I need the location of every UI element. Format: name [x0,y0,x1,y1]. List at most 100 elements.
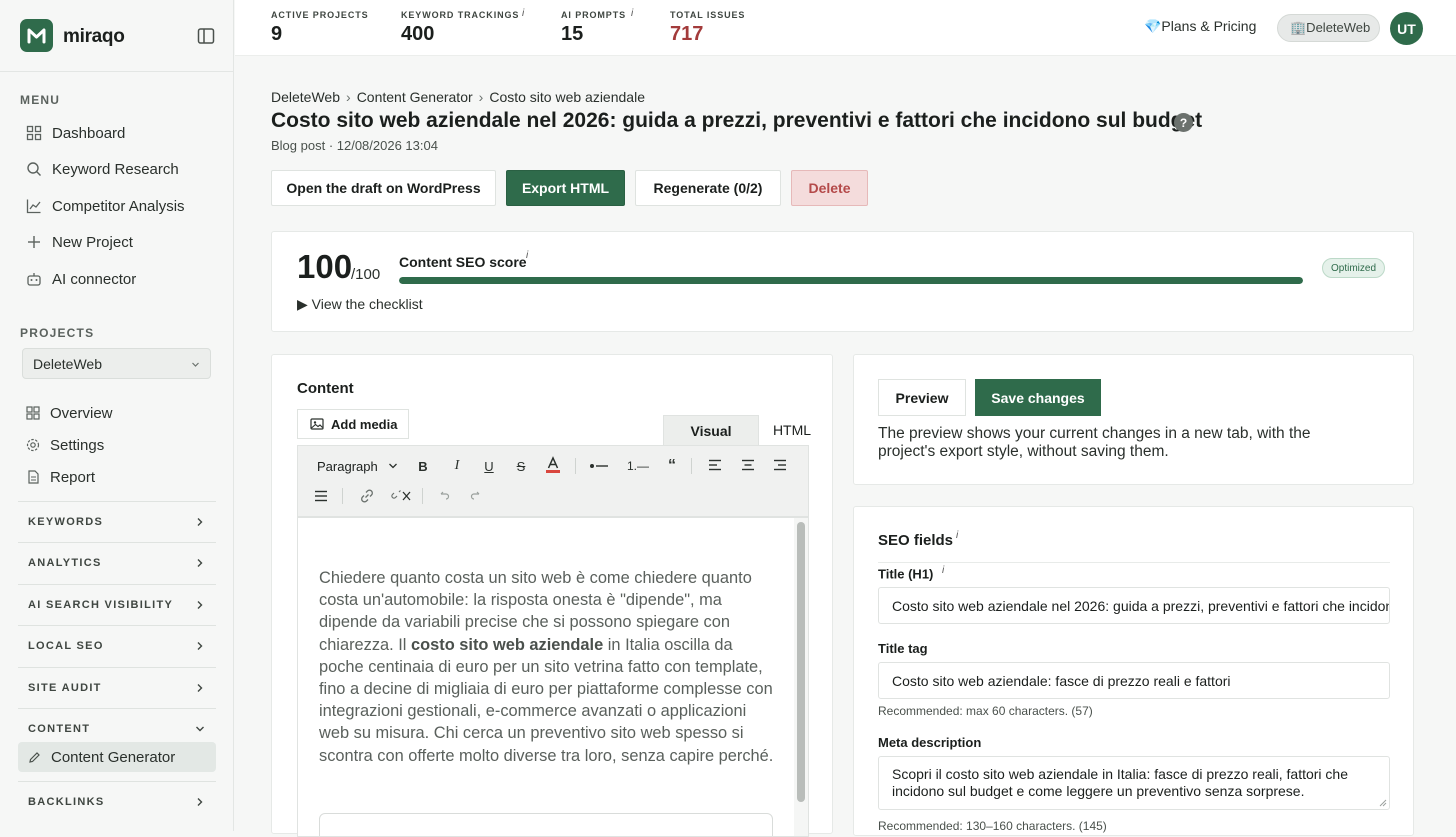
account-switcher[interactable]: 🏢DeleteWeb [1277,14,1380,42]
nav-keyword-research[interactable]: Keyword Research [18,153,216,185]
strikethrough-icon[interactable]: S [510,455,532,477]
seo-score-card: 100 /100 Content SEO score i Optimized ▶… [271,231,1414,332]
open-wordpress-button[interactable]: Open the draft on WordPress [271,170,496,206]
chevron-right-icon [195,558,204,568]
add-media-label: Add media [331,416,398,432]
section-site-audit[interactable]: SITE AUDIT [18,667,216,707]
info-icon[interactable]: i [526,250,528,261]
section-label: SITE AUDIT [28,681,102,694]
sidebar: miraqo MENU Dashboard Keyword Research C… [0,0,234,831]
tab-visual[interactable]: Visual [663,415,759,445]
bold-icon[interactable]: B [412,455,434,477]
projects-label: PROJECTS [20,326,95,340]
redo-icon[interactable] [465,485,487,507]
nav-label: Keyword Research [52,160,179,178]
toolbar-divider [342,488,343,504]
editor-bold-keyword: costo sito web aziendale [411,635,604,654]
export-html-button[interactable]: Export HTML [506,170,625,206]
nav-label: Content Generator [51,748,176,766]
editor-paragraph[interactable]: Chiedere quanto costa un sito web è come… [319,567,775,767]
section-backlinks[interactable]: BACKLINKS [18,781,216,821]
help-icon[interactable]: ? [1174,113,1193,132]
brand-name: miraqo [63,26,125,47]
plans-pricing-link[interactable]: 💎Plans & Pricing [1144,18,1256,35]
editor-scrollbar[interactable] [794,518,808,836]
align-left-icon[interactable] [704,454,726,476]
seo-fields-card: SEO fields i Title (H1) i Costo sito web… [853,506,1414,836]
brand-logo[interactable]: miraqo [20,19,220,53]
h1-input[interactable]: Costo sito web aziendale nel 2026: guida… [878,587,1390,624]
add-media-button[interactable]: Add media [297,409,409,439]
bullet-list-icon[interactable] [588,455,610,477]
title-tag-input[interactable]: Costo sito web aziendale: fasce di prezz… [878,662,1390,699]
content-title: Content [297,380,354,397]
seo-fields-title: SEO fields [878,532,954,549]
sidebar-toggle-icon[interactable] [196,26,216,46]
numbered-list-icon[interactable]: 1.— [625,455,651,477]
info-icon[interactable]: i [942,565,944,576]
section-analytics[interactable]: ANALYTICS [18,542,216,582]
delete-button[interactable]: Delete [791,170,868,206]
editor-scroll-thumb[interactable] [797,522,805,802]
h1-label-text: Title (H1) [878,566,934,582]
save-changes-button[interactable]: Save changes [975,379,1101,416]
editor-next-block[interactable] [319,813,773,836]
section-local-seo[interactable]: LOCAL SEO [18,625,216,665]
link-icon[interactable] [356,485,378,507]
nav-content-generator[interactable]: Content Generator [18,742,216,772]
info-icon[interactable]: i [631,8,633,19]
project-nav-label: Settings [50,436,105,454]
chart-line-icon [26,198,42,214]
quote-icon[interactable]: “ [661,455,683,477]
block-format-select[interactable]: Paragraph [308,454,402,478]
meta-description-input[interactable]: Scopri il costo sito web aziendale in It… [878,756,1390,810]
nav-dashboard[interactable]: Dashboard [18,117,216,149]
unlink-icon[interactable] [388,485,414,507]
stat-value: 717 [670,23,704,45]
stat-label: KEYWORD TRACKINGS [401,10,520,20]
project-nav-settings[interactable]: Settings [22,431,212,459]
regenerate-button[interactable]: Regenerate (0/2) [635,170,781,206]
tab-html[interactable]: HTML [759,415,825,445]
nav-ai-connector[interactable]: AI connector [18,263,216,295]
toolbar-divider [422,488,423,504]
avatar[interactable]: UT [1390,12,1423,45]
checklist-toggle[interactable]: ▶ View the checklist [297,296,423,313]
project-nav-label: Report [50,468,96,486]
align-right-icon[interactable] [769,454,791,476]
italic-icon[interactable]: I [446,455,468,477]
resize-handle-icon[interactable] [1379,799,1387,807]
toolbar-divider [691,458,692,474]
editor-area[interactable]: Chiedere quanto costa un sito web è come… [297,517,809,837]
project-nav-overview[interactable]: Overview [22,399,212,427]
document-icon [26,470,40,484]
align-center-icon[interactable] [737,454,759,476]
nav-competitor-analysis[interactable]: Competitor Analysis [18,190,216,222]
stat-total-issues[interactable]: TOTAL ISSUES 717 [670,10,745,46]
preview-note: The preview shows your current changes i… [878,425,1311,460]
section-keywords[interactable]: KEYWORDS [18,501,216,541]
info-icon[interactable]: i [956,530,958,541]
breadcrumb-current: Costo sito web aziendale [489,89,645,105]
info-icon[interactable]: i [522,8,524,19]
project-select[interactable]: DeleteWeb [22,348,211,379]
stat-label: TOTAL ISSUES [670,10,746,20]
section-label: LOCAL SEO [28,639,104,652]
section-label: BACKLINKS [28,795,105,808]
gear-icon [26,438,40,452]
section-ai-search-visibility[interactable]: AI SEARCH VISIBILITY [18,584,216,624]
justify-icon[interactable] [310,485,332,507]
underline-icon[interactable]: U [478,455,500,477]
nav-new-project[interactable]: New Project [18,226,216,258]
page-title: Costo sito web aziendale nel 2026: guida… [271,109,1203,132]
undo-icon[interactable] [433,485,455,507]
project-nav-report[interactable]: Report [22,463,212,491]
preview-button[interactable]: Preview [878,379,966,416]
breadcrumb-project[interactable]: DeleteWeb [271,89,340,105]
breadcrumb-section[interactable]: Content Generator [357,89,473,105]
project-select-value: DeleteWeb [33,356,103,372]
seo-divider [878,562,1390,563]
meta-description-text: Scopri il costo sito web aziendale in It… [892,766,1349,799]
text-color-icon[interactable] [542,454,564,476]
score-progress-fill [399,277,1303,284]
